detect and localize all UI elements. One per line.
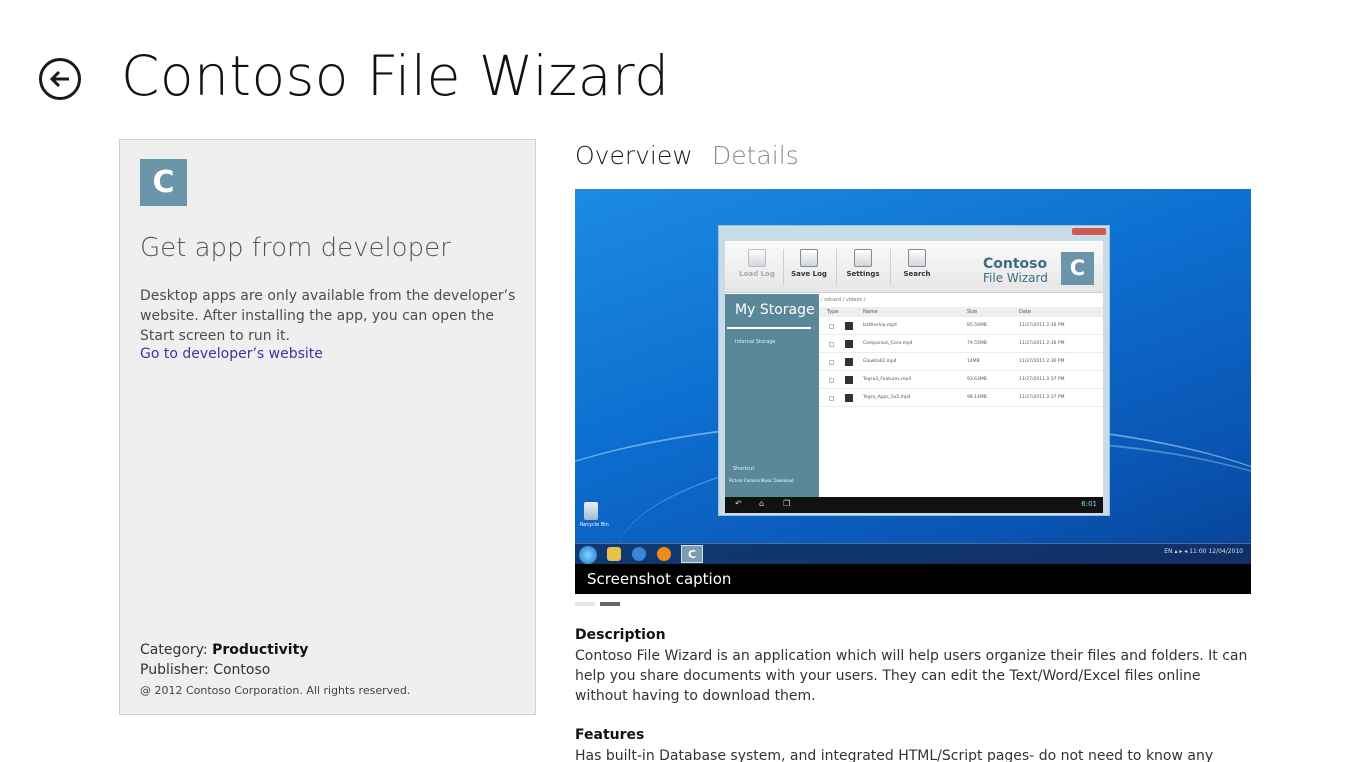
row-checkbox <box>829 342 834 347</box>
toolbar-divider <box>783 249 784 285</box>
features-heading: Features <box>575 727 645 743</box>
video-file-icon <box>845 376 853 384</box>
sidebar-item-internal-storage: Internal Storage <box>735 339 776 345</box>
nav-back-icon: ↶ <box>735 499 742 508</box>
file-date: 11/27/2011 2:37 PM <box>1019 377 1065 382</box>
file-name: Companion_Core.mp4 <box>863 341 913 346</box>
file-row: Tegra3_Features.mp4 93.63MB 11/27/2011 2:3… <box>819 372 1103 389</box>
get-app-heading: Get app from developer <box>140 233 451 263</box>
app-sidebar: My Storage Internal Storage Shortcut Pic… <box>725 294 819 497</box>
shortcut-icons: Picture Camera Music Download <box>729 478 794 483</box>
screenshot-pager-2[interactable] <box>600 602 620 606</box>
tab-overview[interactable]: Overview <box>575 141 693 170</box>
recycle-bin-label: Recycle Bin <box>580 522 609 528</box>
search-button: Search <box>895 249 939 278</box>
app-meta: Category: Productivity Publisher: Contos… <box>140 640 410 701</box>
file-name: battleship.mp4 <box>863 323 897 328</box>
back-button[interactable] <box>39 58 81 100</box>
back-arrow-icon <box>49 70 69 88</box>
nav-home-icon: ⌂ <box>759 499 765 508</box>
row-checkbox <box>829 360 834 365</box>
sidebar-divider <box>727 327 811 329</box>
publisher-label: Publisher: <box>140 662 209 678</box>
file-date: 11/27/2011 2:36 PM <box>1019 323 1065 328</box>
video-file-icon <box>845 358 853 366</box>
page-title: Contoso File Wizard <box>121 44 670 108</box>
recycle-bin-icon <box>584 502 598 520</box>
media-player-icon <box>657 547 671 561</box>
row-checkbox <box>829 324 834 329</box>
tab-details[interactable]: Details <box>712 141 799 170</box>
description-body: Contoso File Wizard is an application wh… <box>575 648 1248 704</box>
file-date: 11/27/2011 2:36 PM <box>1019 359 1065 364</box>
video-file-icon <box>845 322 853 330</box>
settings-icon <box>854 249 872 267</box>
copyright-text: @ 2012 Contoso Corporation. All rights r… <box>140 684 411 697</box>
file-table-header: Type Name Size Date <box>819 307 1103 317</box>
save-log-icon <box>800 249 818 267</box>
nav-recent-icon: ❐ <box>783 499 791 508</box>
video-file-icon <box>845 340 853 348</box>
app-logo-tile: C <box>140 159 187 206</box>
app-taskbar-icon: C <box>681 545 703 563</box>
system-tray: EN ▴ ▸ ◂ 11:00 12/04/2010 <box>1164 548 1243 555</box>
file-name: Tegra_Apps_5x5.mp4 <box>863 395 911 400</box>
file-size: 98.14MB <box>967 395 987 400</box>
category-value: Productivity <box>212 642 309 658</box>
app-logo-text: Contoso File Wizard <box>983 256 1048 285</box>
file-name: Tegra3_Features.mp4 <box>863 377 912 382</box>
shortcut-label: Shortcut <box>733 466 755 472</box>
category-row: Category: Productivity <box>140 640 410 660</box>
video-file-icon <box>845 394 853 402</box>
app-toolbar: Load Log Save Log Settings Search Contos… <box>725 241 1103 293</box>
load-log-icon <box>748 249 766 267</box>
file-row: battleship.mp4 85.56MB 11/27/2011 2:36 PM <box>819 318 1103 335</box>
status-clock: 6:01 <box>1081 500 1097 508</box>
file-row: Companion_Core.mp4 79.55MB 11/27/2011 2:36… <box>819 336 1103 353</box>
path-bar: / sdcard / videos / <box>821 297 866 303</box>
file-row: Glowball2.mp4 14MB 11/27/2011 2:36 PM <box>819 354 1103 371</box>
sidebar-title: My Storage <box>735 302 815 318</box>
screenshot-caption: Screenshot caption <box>575 564 1251 594</box>
toolbar-divider <box>890 249 891 285</box>
windows-taskbar: C EN ▴ ▸ ◂ 11:00 12/04/2010 <box>575 543 1251 564</box>
file-size: 14MB <box>967 359 980 364</box>
file-size: 79.55MB <box>967 341 987 346</box>
file-date: 11/27/2011 2:36 PM <box>1019 341 1065 346</box>
settings-button: Settings <box>841 249 885 278</box>
file-size: 93.63MB <box>967 377 987 382</box>
file-date: 11/27/2011 2:37 PM <box>1019 395 1065 400</box>
android-navbar: ↶ ⌂ ❐ 6:01 <box>725 497 1103 513</box>
features-body: Has built-in Database system, and integr… <box>575 748 1214 762</box>
row-checkbox <box>829 396 834 401</box>
search-icon <box>908 249 926 267</box>
get-app-description: Desktop apps are only available from the… <box>140 288 516 344</box>
app-window: Load Log Save Log Settings Search Contos… <box>718 225 1110 516</box>
app-screenshot[interactable]: Recycle Bin Load Log Save Log Settings S… <box>575 189 1251 594</box>
window-close-icon <box>1072 228 1106 235</box>
load-log-button: Load Log <box>735 249 779 278</box>
description-heading: Description <box>575 627 666 643</box>
screenshot-pager-1[interactable] <box>575 602 595 606</box>
publisher-row: Publisher: Contoso <box>140 660 410 680</box>
start-orb-icon <box>579 546 597 564</box>
toolbar-divider <box>836 249 837 285</box>
row-checkbox <box>829 378 834 383</box>
app-logo-mark: C <box>1061 252 1094 285</box>
file-size: 85.56MB <box>967 323 987 328</box>
publisher-value: Contoso <box>213 662 271 678</box>
file-row: Tegra_Apps_5x5.mp4 98.14MB 11/27/2011 2:37… <box>819 390 1103 407</box>
developer-info-panel: C Get app from developer Desktop apps ar… <box>119 139 536 715</box>
developer-website-link[interactable]: Go to developer’s website <box>140 346 323 362</box>
category-label: Category: <box>140 642 208 658</box>
file-name: Glowball2.mp4 <box>863 359 897 364</box>
save-log-button: Save Log <box>787 249 831 278</box>
explorer-icon <box>607 547 621 561</box>
browser-icon <box>632 547 646 561</box>
app-content: Load Log Save Log Settings Search Contos… <box>725 241 1103 513</box>
